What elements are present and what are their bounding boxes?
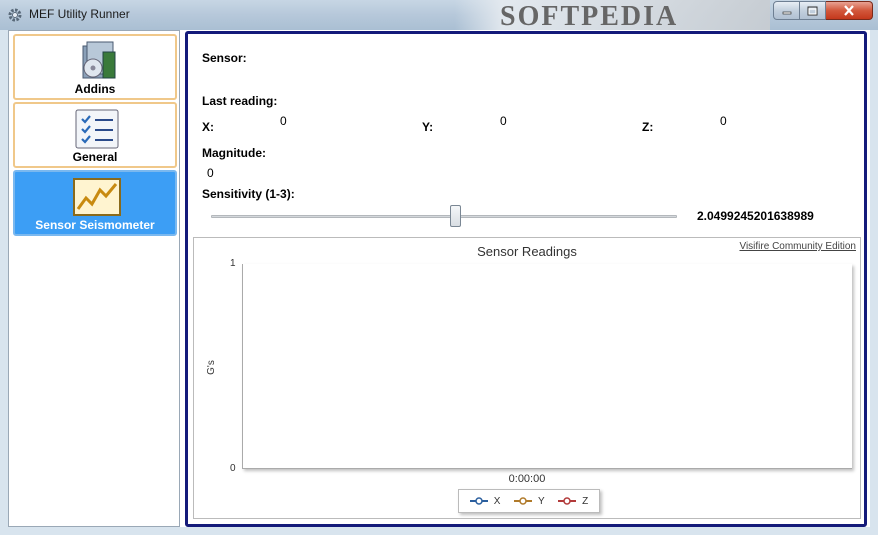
z-label: Z: xyxy=(642,120,654,134)
sidebar-item-label: Sensor Seismometer xyxy=(35,218,155,232)
legend-label: Z xyxy=(582,495,589,507)
legend-y-marker-icon xyxy=(513,497,532,505)
legend-label: Y xyxy=(537,495,545,507)
minimize-icon xyxy=(782,11,791,14)
close-icon xyxy=(844,5,854,16)
magnitude-value: 0 xyxy=(207,166,214,180)
plot-area xyxy=(242,264,852,469)
legend-z-marker-icon xyxy=(558,497,577,505)
client-area: Addins General Sensor Seismometer Sensor… xyxy=(8,30,870,527)
sensor-label: Sensor: xyxy=(202,51,247,65)
chart-legend: X Y Z xyxy=(458,489,600,513)
line-chart-icon xyxy=(73,178,121,216)
addins-box-icon xyxy=(82,41,116,79)
title-bar[interactable]: MEF Utility Runner SOFTPEDIA xyxy=(0,0,878,30)
sidebar: Addins General Sensor Seismometer xyxy=(8,30,180,527)
sensor-readings-chart: Sensor Readings Visifire Community Editi… xyxy=(193,237,861,519)
checklist-icon xyxy=(75,109,119,149)
y-tick-label: 1 xyxy=(230,258,236,269)
legend-item-z: Z xyxy=(558,496,588,507)
softpedia-watermark-band: SOFTPEDIA xyxy=(455,0,770,30)
magnitude-label: Magnitude: xyxy=(202,146,266,160)
sensitivity-slider-track[interactable] xyxy=(211,215,677,218)
sensitivity-slider-thumb[interactable] xyxy=(450,205,461,227)
y-label: Y: xyxy=(422,120,434,134)
last-reading-label: Last reading: xyxy=(202,94,278,108)
y-axis-label: G's xyxy=(205,360,217,375)
close-button[interactable] xyxy=(826,1,873,20)
sidebar-item-label: Addins xyxy=(74,82,116,96)
maximize-icon xyxy=(807,6,818,15)
legend-label: X xyxy=(493,495,501,507)
legend-item-x: X xyxy=(469,495,501,507)
z-value: 0 xyxy=(720,114,727,128)
x-label: X: xyxy=(202,120,214,134)
window-title: MEF Utility Runner xyxy=(29,7,130,21)
sensitivity-value: 2.0499245201638989 xyxy=(697,209,814,223)
sensitivity-label: Sensitivity (1-3): xyxy=(202,187,295,201)
sidebar-item-addins[interactable]: Addins xyxy=(13,34,177,100)
visifire-link[interactable]: Visifire Community Edition xyxy=(739,241,856,252)
legend-x-marker-icon xyxy=(469,497,488,505)
sidebar-item-label: General xyxy=(72,150,118,164)
softpedia-watermark: SOFTPEDIA xyxy=(500,1,679,30)
sidebar-item-general[interactable]: General xyxy=(13,102,177,168)
maximize-button[interactable] xyxy=(800,1,826,20)
caption-buttons xyxy=(773,1,873,20)
app-gear-icon xyxy=(8,8,22,22)
sidebar-item-sensor-seismometer[interactable]: Sensor Seismometer xyxy=(13,170,177,236)
x-value: 0 xyxy=(280,114,287,128)
legend-item-y: Y xyxy=(513,495,545,507)
sensor-panel: Sensor: Last reading: X: 0 Y: 0 Z: 0 Mag… xyxy=(185,31,867,527)
x-tick-label: 0:00:00 xyxy=(508,473,546,485)
minimize-button[interactable] xyxy=(773,1,800,20)
y-value: 0 xyxy=(500,114,507,128)
